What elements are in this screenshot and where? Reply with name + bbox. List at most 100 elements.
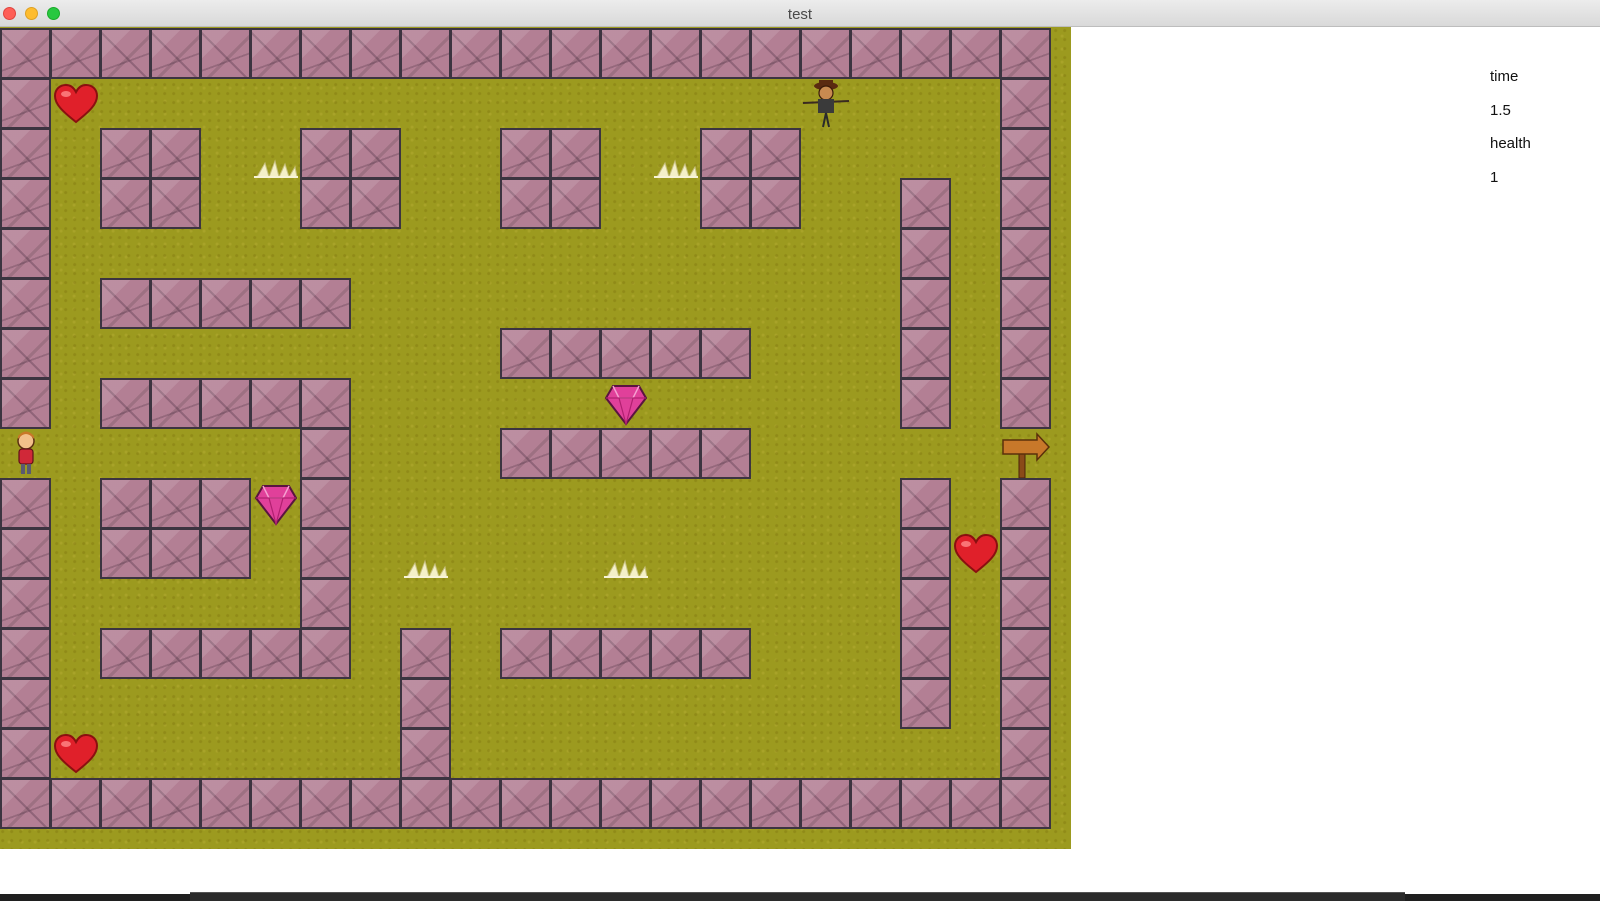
stone-wall-tile [400,778,451,829]
stone-wall-tile [250,28,301,79]
game-board[interactable] [0,27,1071,849]
stone-wall-tile [900,528,951,579]
stone-wall-tile [900,178,951,229]
stone-wall-tile [100,528,151,579]
stone-wall-tile [0,578,51,629]
stone-wall-tile [600,628,651,679]
stone-wall-tile [750,28,801,79]
stone-wall-tile [50,28,101,79]
stone-wall-tile [550,328,601,379]
stone-wall-tile [100,128,151,179]
stone-wall-tile [650,28,701,79]
stone-wall-tile [450,778,501,829]
stone-wall-tile [1000,78,1051,129]
stone-wall-tile [150,128,201,179]
stone-wall-tile [900,578,951,629]
stone-wall-tile [850,28,901,79]
stone-wall-tile [200,278,251,329]
stone-wall-tile [0,378,51,429]
stone-wall-tile [900,628,951,679]
stone-wall-tile [200,478,251,529]
stone-wall-tile [950,28,1001,79]
time-label: time [1490,68,1519,85]
health-label: health [1490,135,1531,152]
stone-wall-tile [500,428,551,479]
stone-wall-tile [550,128,601,179]
stone-wall-tile [0,78,51,129]
stone-wall-tile [700,428,751,479]
stone-wall-tile [900,378,951,429]
heart-pickup-icon [50,78,101,129]
stone-wall-tile [450,28,501,79]
stone-wall-tile [1000,28,1051,79]
stone-wall-tile [0,178,51,229]
stone-wall-tile [300,378,351,429]
stone-wall-tile [650,628,701,679]
stone-wall-tile [0,128,51,179]
stone-wall-tile [900,278,951,329]
stone-wall-tile [800,28,851,79]
stone-wall-tile [500,128,551,179]
stone-wall-tile [750,128,801,179]
stone-wall-tile [900,778,951,829]
stone-wall-tile [1000,478,1051,529]
stone-wall-tile [600,328,651,379]
spike-trap-icon [650,128,701,179]
stone-wall-tile [400,678,451,729]
stone-wall-tile [250,278,301,329]
stone-wall-tile [550,778,601,829]
stone-wall-tile [750,778,801,829]
stone-wall-tile [300,28,351,79]
stone-wall-tile [500,328,551,379]
stone-wall-tile [250,778,301,829]
stone-wall-tile [1000,128,1051,179]
stone-wall-tile [0,28,51,79]
stone-wall-tile [0,278,51,329]
stone-wall-tile [300,478,351,529]
stone-wall-tile [250,628,301,679]
stone-wall-tile [550,28,601,79]
stone-wall-tile [300,178,351,229]
stone-wall-tile [1000,678,1051,729]
stone-wall-tile [700,328,751,379]
stone-wall-tile [150,28,201,79]
stone-wall-tile [150,478,201,529]
time-value: 1.5 [1490,101,1511,119]
stone-wall-tile [100,28,151,79]
stone-wall-tile [200,628,251,679]
stone-wall-tile [100,778,151,829]
stone-wall-tile [550,178,601,229]
stone-wall-tile [650,428,701,479]
stone-wall-tile [200,28,251,79]
stone-wall-tile [400,28,451,79]
stone-wall-tile [1000,378,1051,429]
stone-wall-tile [950,778,1001,829]
stone-wall-tile [900,28,951,79]
stone-wall-tile [1000,178,1051,229]
window-title: test [787,6,813,23]
stone-wall-tile [100,278,151,329]
stone-wall-tile [600,428,651,479]
stone-wall-tile [1000,228,1051,279]
stone-wall-tile [350,778,401,829]
stone-wall-tile [150,778,201,829]
stone-wall-tile [750,178,801,229]
stone-wall-tile [0,678,51,729]
stone-wall-tile [500,778,551,829]
stone-wall-tile [0,228,51,279]
stone-wall-tile [500,28,551,79]
stone-wall-tile [700,28,751,79]
stone-wall-tile [1000,528,1051,579]
stone-wall-tile [1000,728,1051,779]
stone-wall-tile [900,228,951,279]
hud-panel: time 1.5 health 1 [1490,66,1590,200]
game-window: test time 1.5 health 1 [0,0,1600,894]
player-character[interactable] [0,428,51,479]
stone-wall-tile [500,628,551,679]
stone-wall-tile [0,528,51,579]
stone-wall-tile [900,478,951,529]
stone-wall-tile [150,528,201,579]
stone-wall-tile [700,128,751,179]
stone-wall-tile [400,728,451,779]
stone-wall-tile [100,378,151,429]
